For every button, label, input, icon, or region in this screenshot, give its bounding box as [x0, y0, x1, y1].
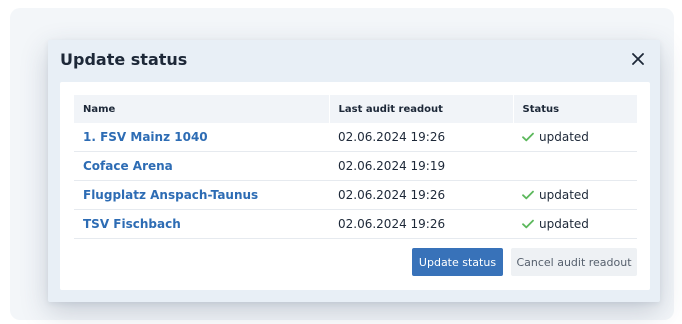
table-row: TSV Fischbach 02.06.2024 19:26 updated [74, 209, 637, 239]
row-last-audit: 02.06.2024 19:26 [329, 209, 513, 239]
update-status-button[interactable]: Update status [412, 248, 503, 276]
column-header-last-audit: Last audit readout [329, 95, 514, 123]
page-backdrop: Update status Name Last audit readout St… [10, 8, 674, 320]
status-text: updated [539, 188, 589, 202]
table-row: Coface Arena 02.06.2024 19:19 [74, 151, 637, 181]
cancel-audit-readout-button[interactable]: Cancel audit readout [511, 248, 637, 276]
row-name-link[interactable]: Flugplatz Anspach-Taunus [74, 180, 329, 210]
column-header-status: Status [513, 95, 637, 123]
row-status: updated [513, 209, 637, 239]
checkmark-icon [522, 219, 534, 228]
dialog-title: Update status [60, 50, 188, 69]
checkmark-icon [522, 132, 534, 141]
table-header-row: Name Last audit readout Status [74, 95, 637, 123]
close-icon [632, 53, 644, 65]
row-name-link[interactable]: TSV Fischbach [74, 209, 329, 239]
update-status-dialog: Update status Name Last audit readout St… [48, 40, 660, 302]
table-row: 1. FSV Mainz 1040 02.06.2024 19:26 updat… [74, 123, 637, 152]
row-last-audit: 02.06.2024 19:26 [329, 180, 513, 210]
column-header-name: Name [74, 95, 330, 123]
status-text: updated [539, 217, 589, 231]
table-row: Flugplatz Anspach-Taunus 02.06.2024 19:2… [74, 180, 637, 210]
row-name-link[interactable]: 1. FSV Mainz 1040 [74, 123, 329, 152]
status-table: Name Last audit readout Status 1. FSV Ma… [74, 95, 637, 239]
row-status: updated [513, 180, 637, 210]
status-text: updated [539, 130, 589, 144]
row-status: updated [513, 123, 637, 152]
row-name-link[interactable]: Coface Arena [74, 151, 329, 181]
dialog-content: Name Last audit readout Status 1. FSV Ma… [60, 82, 650, 290]
row-last-audit: 02.06.2024 19:26 [329, 123, 513, 152]
close-button[interactable] [630, 51, 646, 67]
row-status [513, 151, 637, 181]
row-last-audit: 02.06.2024 19:19 [329, 151, 513, 181]
checkmark-icon [522, 190, 534, 199]
